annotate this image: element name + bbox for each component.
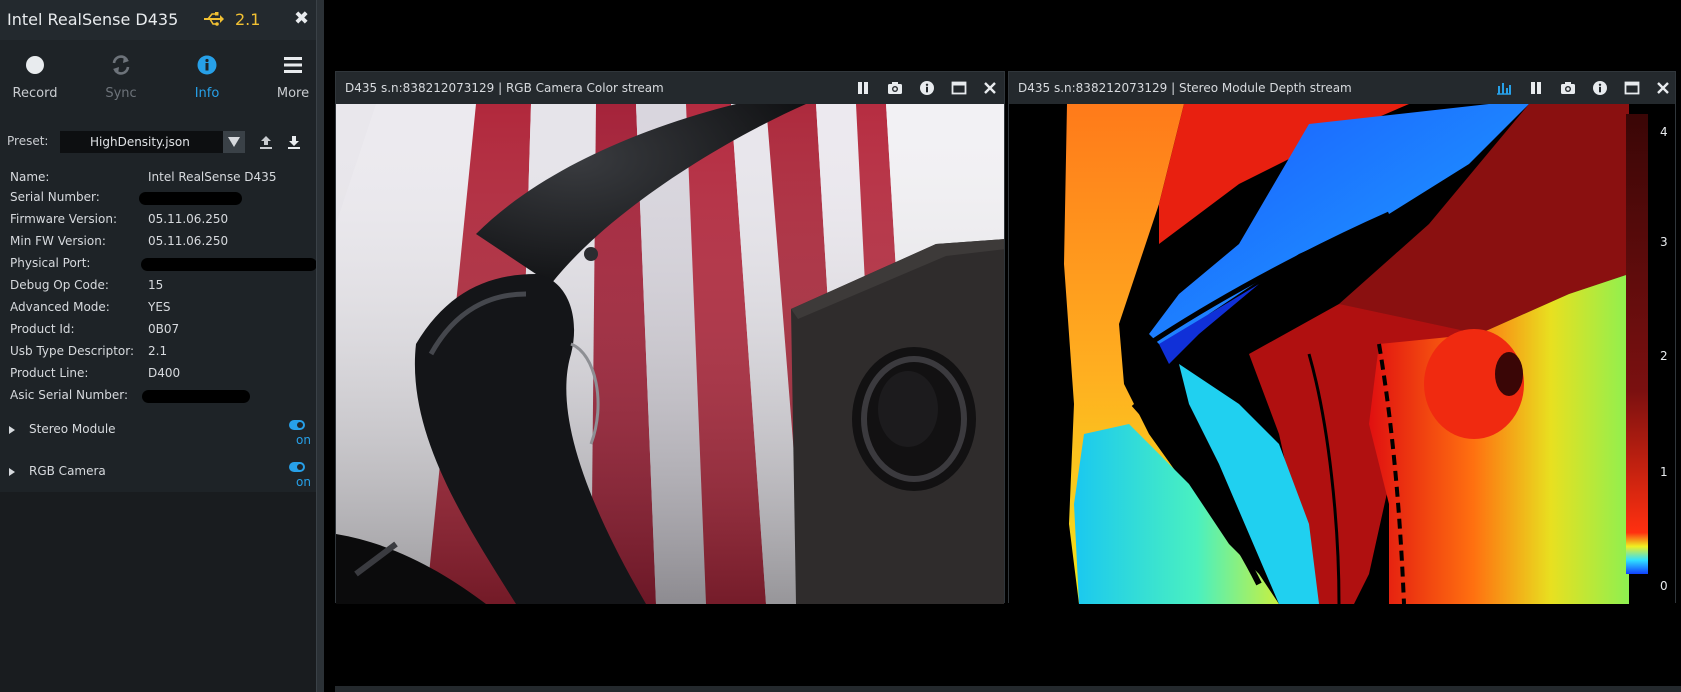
stream-title: D435 s.n:838212073129 | RGB Camera Color…: [345, 81, 664, 95]
device-title: Intel RealSense D435: [7, 10, 179, 29]
depth-scale-tick: 4: [1660, 125, 1668, 139]
depth-colormap-image: 4 3 2 1 0: [1009, 104, 1675, 604]
close-icon[interactable]: [982, 80, 998, 96]
info-debug-op: Debug Op Code: 15: [10, 278, 164, 292]
module-name: Stereo Module: [29, 422, 116, 436]
stream-title-bar: D435 s.n:838212073129 | RGB Camera Color…: [336, 72, 1004, 104]
device-header: Intel RealSense D435 2.1 ✖: [0, 0, 316, 40]
info-icon[interactable]: [1592, 80, 1608, 96]
menu-icon: [284, 57, 302, 73]
maximize-icon[interactable]: [1624, 80, 1640, 96]
maximize-icon[interactable]: [951, 80, 967, 96]
rgb-camera-toggle[interactable]: [289, 462, 305, 472]
preset-row: Preset: HighDensity.json: [0, 130, 316, 154]
close-icon[interactable]: [1655, 80, 1671, 96]
sync-icon: [112, 55, 130, 75]
stream-title: D435 s.n:838212073129 | Stereo Module De…: [1018, 81, 1352, 95]
record-label: Record: [12, 86, 58, 101]
record-button[interactable]: Record: [0, 48, 70, 108]
info-firmware: Firmware Version: 05.11.06.250: [10, 212, 229, 226]
redacted-port: [141, 258, 317, 271]
pause-icon[interactable]: [855, 80, 871, 96]
upload-icon[interactable]: [258, 134, 274, 150]
redacted-serial: [139, 192, 242, 205]
info-icon[interactable]: [919, 80, 935, 96]
info-product-id: Product Id: 0B07: [10, 322, 180, 336]
usb-version: 2.1: [235, 10, 261, 29]
info-label: Info: [194, 86, 220, 101]
info-asic-serial: Asic Serial Number:: [10, 388, 310, 406]
info-usb-desc: Usb Type Descriptor: 2.1: [10, 344, 168, 358]
close-icon[interactable]: ✖: [294, 8, 309, 29]
depth-scale-tick: 0: [1660, 579, 1668, 593]
depth-stream-window: D435 s.n:838212073129 | Stereo Module De…: [1008, 71, 1676, 604]
module-state: on: [296, 475, 311, 489]
expand-arrow-icon[interactable]: [9, 468, 15, 476]
usb-icon: [204, 12, 224, 26]
download-icon[interactable]: [286, 134, 302, 150]
histogram-icon[interactable]: [1496, 80, 1512, 96]
record-icon: [26, 56, 44, 74]
preset-dropdown[interactable]: HighDensity.json: [60, 131, 245, 153]
camera-icon[interactable]: [1560, 80, 1576, 96]
depth-scale-tick: 3: [1660, 235, 1668, 249]
module-state: on: [296, 433, 311, 447]
stream-title-bar: D435 s.n:838212073129 | Stereo Module De…: [1009, 72, 1675, 104]
sync-label: Sync: [105, 86, 137, 101]
pause-icon[interactable]: [1528, 80, 1544, 96]
depth-video-frame: 4 3 2 1 0: [1009, 104, 1675, 604]
dropdown-arrow-icon[interactable]: [223, 131, 245, 153]
panel-splitter[interactable]: [316, 0, 324, 692]
expand-arrow-icon[interactable]: [9, 426, 15, 434]
sync-button[interactable]: Sync: [86, 48, 156, 108]
info-icon: [197, 55, 217, 75]
info-port: Physical Port:: [10, 256, 317, 274]
module-name: RGB Camera: [29, 464, 106, 478]
info-button[interactable]: Info: [172, 48, 242, 108]
info-advanced: Advanced Mode: YES: [10, 300, 171, 314]
redacted-asic-serial: [142, 390, 250, 403]
info-name: Name: Intel RealSense D435: [10, 170, 277, 184]
depth-scale-tick: 1: [1660, 465, 1668, 479]
module-stereo[interactable]: Stereo Module on: [0, 420, 316, 456]
info-serial: Serial Number:: [10, 190, 310, 208]
camera-icon[interactable]: [887, 80, 903, 96]
rgb-camera-image: [336, 104, 1004, 604]
info-product-line: Product Line: D400: [10, 366, 181, 380]
stereo-module-toggle[interactable]: [289, 420, 305, 430]
info-min-fw: Min FW Version: 05.11.06.250: [10, 234, 229, 248]
rgb-video-frame: [336, 104, 1004, 604]
rgb-stream-window: D435 s.n:838212073129 | RGB Camera Color…: [335, 71, 1005, 604]
device-panel: Intel RealSense D435 2.1 ✖ Record Sync I…: [0, 0, 317, 692]
bottom-panel-edge: [335, 686, 1681, 692]
preset-label: Preset:: [7, 134, 49, 148]
preset-value: HighDensity.json: [90, 135, 190, 149]
depth-scale-tick: 2: [1660, 349, 1668, 363]
sidebar-empty-area: [0, 492, 316, 692]
